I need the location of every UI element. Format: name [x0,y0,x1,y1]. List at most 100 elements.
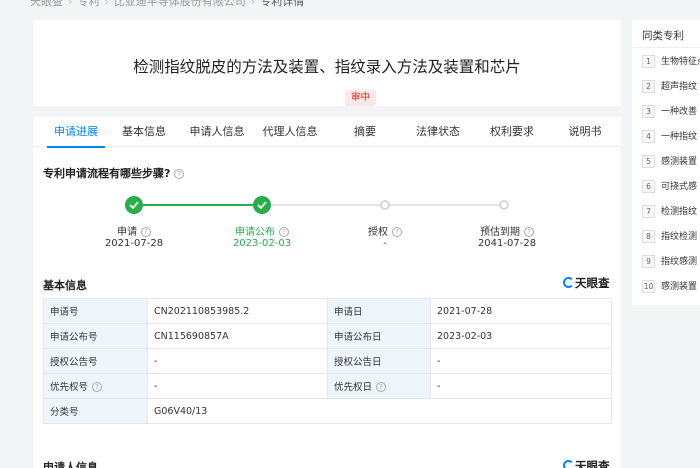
help-icon[interactable]: ? [376,382,387,392]
rank-badge: 1 [642,55,655,68]
tab-basic-info[interactable]: 基本信息 [111,117,177,147]
basic-info-table: 申请号 CN202110853985.2 申请日 2021-07-28 申请公布… [43,298,612,424]
brand-logo: 天眼查 [563,458,610,468]
basic-info-title: 基本信息 [43,279,87,292]
tab-bar: 申请进展 基本信息 申请人信息 代理人信息 摘要 法律状态 权利要求 说明书 [33,117,621,148]
brand-logo: 天眼查 [563,275,610,291]
tab-claims[interactable]: 权利要求 [479,117,545,147]
list-item[interactable]: 9 指纹感测 [642,254,700,270]
rank-badge: 2 [642,80,655,93]
list-item[interactable]: 1 生物特征点 [642,54,700,70]
field-value: CN115690857A [147,323,328,349]
list-item[interactable]: 5 感测装置 [642,154,700,170]
tianyancha-logo-icon [563,460,574,468]
table-row: 分类号 G06V40/13 [43,398,612,424]
status-badge: 审中 [345,90,377,106]
table-row: 授权公告号 - 授权公告日 - [43,348,612,374]
similar-patent-link[interactable]: 一种改善 [661,107,697,117]
rank-badge: 9 [642,255,655,268]
chevron-right-icon: › [104,0,109,8]
field-value: CN202110853985.2 [147,298,328,324]
field-label: 优先权日? [327,373,431,399]
breadcrumb-patent[interactable]: 专利 [77,0,99,8]
help-icon[interactable]: ? [92,382,103,392]
step-pending-icon [380,200,390,210]
similar-patent-link[interactable]: 生物特征点 [661,57,700,67]
list-item[interactable]: 7 检测指纹 [642,204,700,220]
similar-patent-link[interactable]: 检测指纹 [661,207,697,217]
similar-patent-link[interactable]: 一种指纹 [661,132,697,142]
step-label-publish: 申请公布? [207,223,317,238]
help-icon[interactable]: ? [524,227,534,237]
field-label: 申请公布日 [327,323,431,349]
list-item[interactable]: 2 超声指纹 [642,79,700,95]
breadcrumb-company[interactable]: 比亚迪半导体股份有限公司 [114,0,246,8]
breadcrumb-current: 专利详情 [260,0,305,8]
applicant-info-title: 申请人信息 [43,461,98,468]
breadcrumb-home[interactable]: 天眼查 [30,0,63,8]
field-label: 授权公告号 [43,348,148,374]
field-value: G06V40/13 [147,398,612,424]
field-label: 申请公布号 [43,323,148,349]
field-label: 优先权号? [43,373,148,399]
patent-header: 检测指纹脱皮的方法及装置、指纹录入方法及装置和芯片 审中 [33,20,621,106]
list-item[interactable]: 3 一种改善 [642,104,700,120]
list-item[interactable]: 4 一种指纹 [642,129,700,145]
progress-line-done [134,204,262,206]
patent-title: 检测指纹脱皮的方法及装置、指纹录入方法及装置和芯片 [133,58,521,76]
step-date-expiry: 2041-07-28 [477,238,537,249]
breadcrumb: 天眼查 › 专利 › 比亚迪半导体股份有限公司 › 专利详情 [30,0,304,9]
table-row: 申请公布号 CN115690857A 申请公布日 2023-02-03 [43,323,612,349]
step-label-grant: 授权? [330,223,440,238]
similar-patent-link[interactable]: 指纹感测 [661,257,697,267]
step-date-apply: 2021-07-28 [104,238,164,249]
rank-badge: 8 [642,230,655,243]
rank-badge: 10 [642,280,655,293]
similar-patents-panel: 同类专利 1 生物特征点 2 超声指纹 3 一种改善 4 一种指纹 5 感测装置 6 可挠式感 7 检测指… [632,20,700,305]
step-done-icon [253,196,271,214]
tianyancha-logo-icon [563,277,574,288]
similar-patent-link[interactable]: 指纹检测 [661,232,697,242]
similar-patent-link[interactable]: 超声指纹 [661,82,697,92]
patent-detail-card: 申请进展 基本信息 申请人信息 代理人信息 摘要 法律状态 权利要求 说明书 专… [33,117,621,468]
rank-badge: 4 [642,130,655,143]
tab-progress[interactable]: 申请进展 [43,117,109,148]
step-label-apply: 申请? [79,223,189,238]
similar-patents-title: 同类专利 [642,30,684,42]
field-label: 申请号 [43,298,148,324]
chevron-right-icon: › [250,0,256,8]
tab-legal-status[interactable]: 法律状态 [404,117,472,147]
similar-patent-link[interactable]: 感测装置 [661,157,697,167]
help-icon[interactable]: ? [141,227,151,237]
progress-question-text: 专利申请流程有哪些步骤? [43,167,171,180]
chevron-right-icon: › [68,0,73,8]
tab-abstract[interactable]: 摘要 [333,117,397,147]
similar-patent-link[interactable]: 感测装置 [661,282,697,292]
field-value: 2023-02-03 [430,323,612,349]
table-row: 申请号 CN202110853985.2 申请日 2021-07-28 [43,298,612,324]
help-icon[interactable]: ? [392,227,402,237]
similar-patent-link[interactable]: 可挠式感 [661,182,697,192]
field-value: 2021-07-28 [430,298,612,324]
field-value: - [147,348,328,374]
step-date-grant: - [383,238,387,249]
field-label: 分类号 [43,398,148,424]
help-icon[interactable]: ? [174,169,185,179]
tab-applicant-info[interactable]: 申请人信息 [183,117,251,147]
rank-badge: 5 [642,155,655,168]
step-pending-icon [499,200,509,210]
list-item[interactable]: 8 指纹检测 [642,229,700,245]
help-icon[interactable]: ? [279,227,289,237]
tab-agent-info[interactable]: 代理人信息 [255,117,325,147]
list-item[interactable]: 6 可挠式感 [642,179,700,195]
field-value: - [147,373,328,399]
field-label: 授权公告日 [327,348,431,374]
divider [632,47,700,48]
step-label-expiry: 预估到期? [452,223,562,238]
rank-badge: 6 [642,180,655,193]
rank-badge: 7 [642,205,655,218]
progress-question: 专利申请流程有哪些步骤?? [43,165,185,181]
tab-description[interactable]: 说明书 [553,117,617,147]
list-item[interactable]: 10 感测装置 [642,279,700,295]
step-date-publish: 2023-02-03 [232,238,292,249]
